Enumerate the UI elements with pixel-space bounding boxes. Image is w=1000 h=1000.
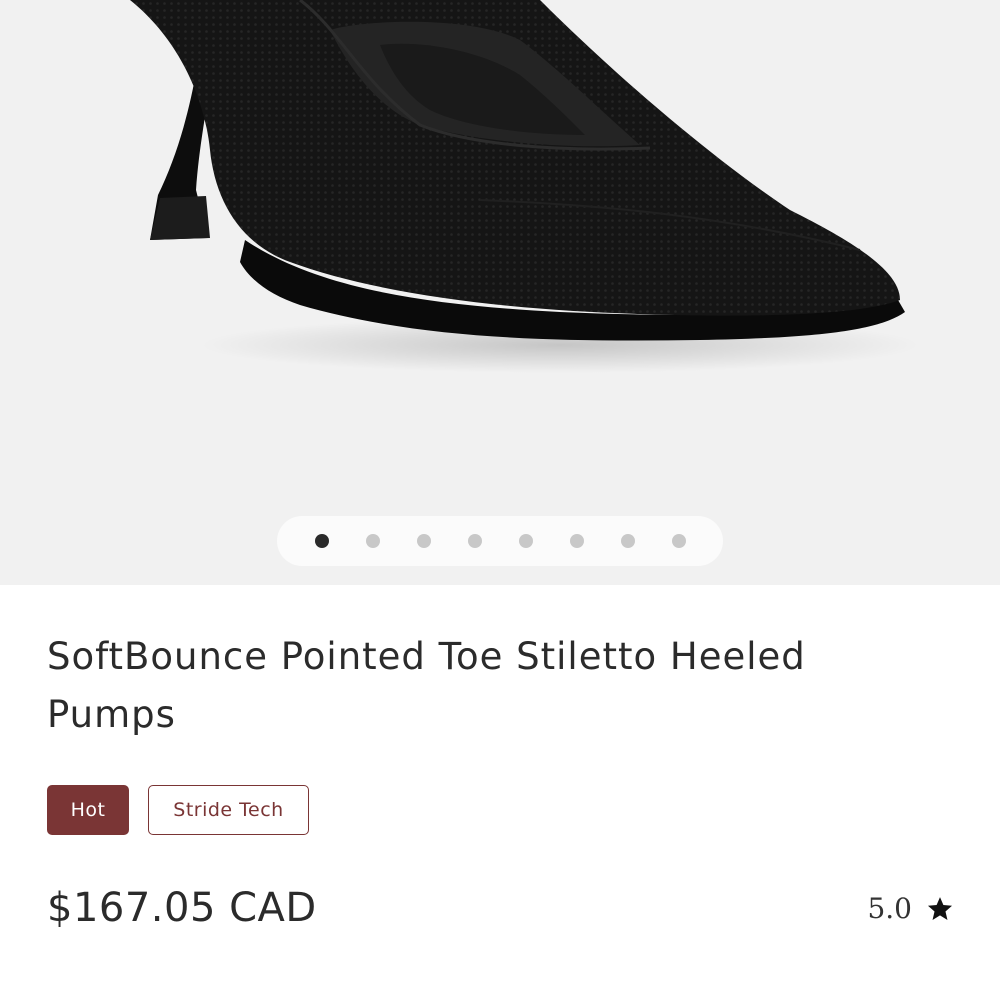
gallery-dot[interactable] xyxy=(467,534,482,548)
product-page: SoftBounce Pointed Toe Stiletto Heeled P… xyxy=(0,0,1000,1000)
product-price: $167.05 CAD xyxy=(47,885,317,931)
gallery-dot[interactable] xyxy=(314,534,329,548)
hot-badge: Hot xyxy=(47,785,129,835)
gallery-dot[interactable] xyxy=(416,534,431,548)
gallery-dot[interactable] xyxy=(569,534,584,548)
product-rating[interactable]: 5.0 xyxy=(867,892,954,925)
gallery-dot[interactable] xyxy=(365,534,380,548)
star-icon xyxy=(926,895,954,923)
rating-value: 5.0 xyxy=(867,892,912,925)
gallery-dot[interactable] xyxy=(518,534,533,548)
product-image-gallery[interactable] xyxy=(0,0,1000,585)
gallery-pagination xyxy=(277,516,723,566)
shoe-image xyxy=(130,0,920,373)
gallery-dot[interactable] xyxy=(620,534,635,548)
stride-tech-badge[interactable]: Stride Tech xyxy=(148,785,309,835)
product-badges: Hot Stride Tech xyxy=(47,785,309,835)
product-title: SoftBounce Pointed Toe Stiletto Heeled P… xyxy=(47,635,806,736)
gallery-dot[interactable] xyxy=(671,534,686,548)
